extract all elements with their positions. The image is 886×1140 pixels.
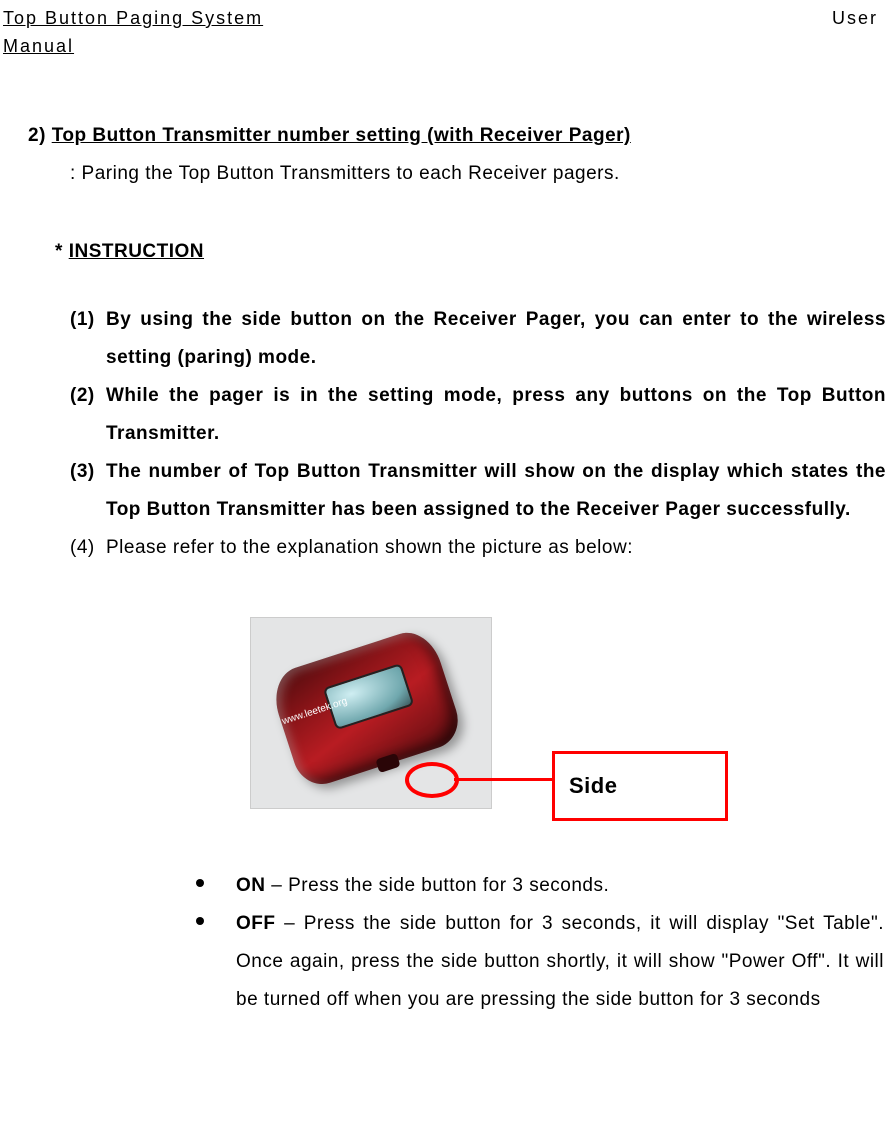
bullet-icon [196,917,204,925]
instruction-text: The number of Top Button Transmitter wil… [106,461,886,520]
section-heading: 2) Top Button Transmitter number setting… [0,117,886,155]
bullet-icon [196,879,204,887]
highlight-oval [405,762,459,798]
callout-label: Side [552,751,728,821]
bullet-lead: OFF [236,913,276,934]
instruction-list: (1)By using the side button on the Recei… [0,271,886,567]
instruction-text: By using the side button on the Receiver… [106,309,886,368]
header-line2: Manual [0,36,886,57]
bullet-sep: – [276,913,304,934]
instruction-number: (2) [70,377,106,415]
section-number: 2) [28,125,46,146]
instruction-number: (1) [70,301,106,339]
page-header: Top Button Paging System User [0,0,886,36]
instruction-heading: * INSTRUCTION [0,233,886,271]
bullet-text: Press the side button for 3 seconds, it … [236,913,884,1010]
bullet-item: ON – Press the side button for 3 seconds… [0,867,884,905]
section-desc: : Paring the Top Button Transmitters to … [0,155,886,193]
bullet-lead: ON [236,875,266,896]
instruction-text: Please refer to the explanation shown th… [106,537,633,558]
instruction-label: INSTRUCTION [69,241,204,262]
instruction-item: (1)By using the side button on the Recei… [0,301,886,377]
bullet-sep: – [266,875,289,896]
asterisk: * [55,241,69,262]
header-left: Top Button Paging System [3,8,263,28]
instruction-number: (4) [70,529,106,567]
bullet-list: ON – Press the side button for 3 seconds… [0,857,886,1019]
instruction-item: (3)The number of Top Button Transmitter … [0,453,886,529]
instruction-number: (3) [70,453,106,491]
callout-line [454,778,554,781]
figure: www.leetek.org Side [0,607,886,817]
instruction-item: (4)Please refer to the explanation shown… [0,529,886,567]
section-title: Top Button Transmitter number setting (w… [52,125,631,146]
instruction-item: (2)While the pager is in the setting mod… [0,377,886,453]
bullet-item: OFF – Press the side button for 3 second… [0,905,884,1019]
bullet-text: Press the side button for 3 seconds. [288,875,609,896]
header-right: User [832,0,878,36]
instruction-text: While the pager is in the setting mode, … [106,385,886,444]
